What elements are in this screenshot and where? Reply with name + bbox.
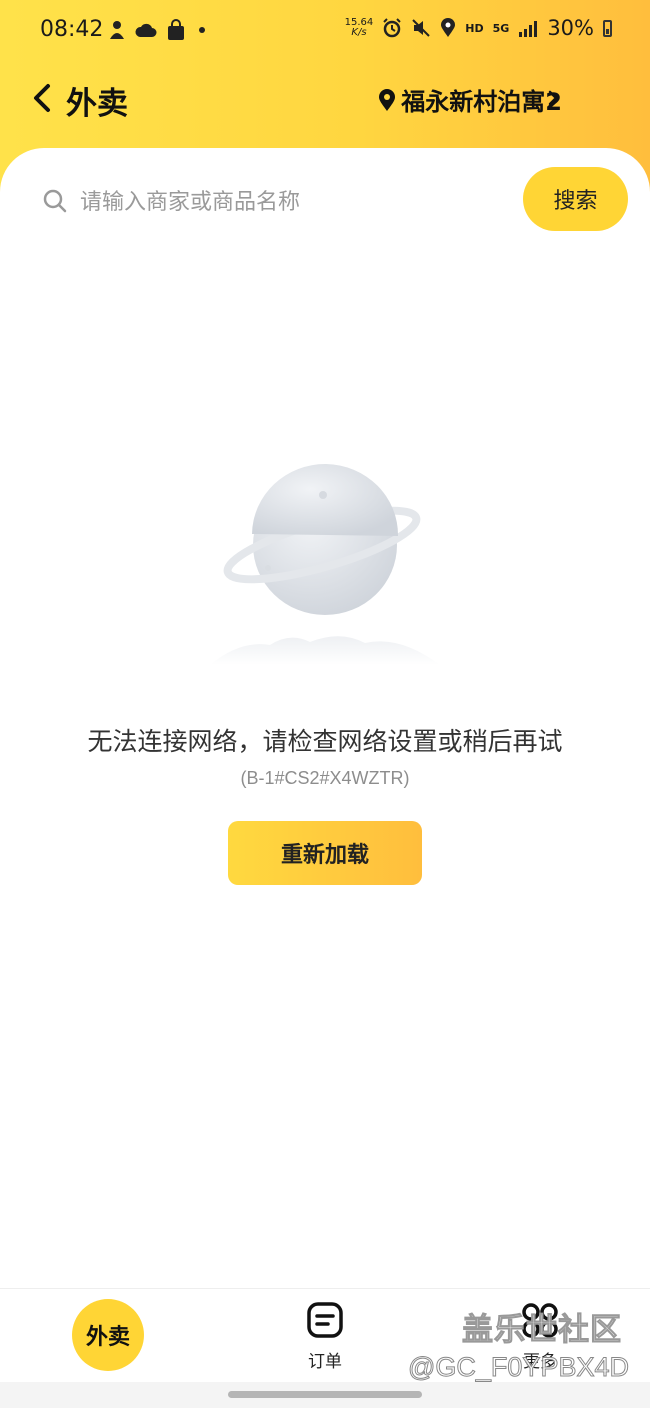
- top-nav: 外卖 福永新村泊寓2: [0, 70, 650, 130]
- watermark-site: 盖乐世社区: [462, 1312, 622, 1349]
- location-pin-icon: [379, 88, 396, 111]
- status-system-icons: 15.64 K/s HD 5G 30%: [345, 16, 612, 40]
- tab-orders[interactable]: 订单: [295, 1301, 355, 1377]
- battery-icon: [603, 19, 612, 37]
- location-selector[interactable]: 福永新村泊寓2: [377, 82, 562, 117]
- page-title: 外卖: [66, 86, 128, 122]
- battery-percentage: 30%: [547, 16, 594, 40]
- shopping-bag-icon: [168, 19, 184, 40]
- tab-takeout[interactable]: 外卖: [72, 1299, 144, 1371]
- planet-illustration: [210, 464, 440, 665]
- orders-icon: [307, 1302, 343, 1338]
- cloud-icon: [135, 23, 157, 37]
- content-card: [0, 148, 650, 1288]
- mute-icon: [412, 19, 430, 37]
- network-speed: 15.64 K/s: [345, 18, 374, 38]
- tab-takeout-label: 外卖: [85, 1325, 130, 1350]
- search-input[interactable]: [78, 180, 502, 224]
- status-bar: 08:42 15.64 K/s HD 5G 30%: [0, 0, 650, 62]
- error-code: (B-1#CS2#X4WZTR): [240, 768, 410, 788]
- app-notification-icon: [110, 21, 124, 39]
- error-message: 无法连接网络，请检查网络设置或稍后再试: [87, 727, 563, 756]
- reload-button[interactable]: 重新加载: [228, 821, 422, 885]
- home-indicator[interactable]: [228, 1391, 422, 1398]
- search-button[interactable]: 搜索: [523, 167, 628, 231]
- system-gesture-area: [0, 1382, 650, 1408]
- alarm-icon: [383, 18, 401, 38]
- tab-orders-label: 订单: [308, 1352, 342, 1372]
- search-icon: [43, 189, 67, 213]
- hd-voice-indicator: HD: [465, 21, 484, 35]
- chevron-right-icon[interactable]: [546, 88, 560, 108]
- signal-strength-icon: [519, 21, 538, 37]
- watermark-user: @GC_F0YPBX4D: [408, 1352, 630, 1383]
- network-speed-unit: K/s: [351, 27, 367, 38]
- status-notification-icons: [108, 19, 209, 41]
- back-arrow-icon[interactable]: [28, 78, 62, 118]
- location-status-icon: [441, 18, 456, 37]
- status-time: 08:42: [40, 17, 104, 42]
- network-type-indicator: 5G: [492, 21, 510, 35]
- location-text: 福永新村泊寓2: [401, 88, 562, 116]
- more-notifications-dot-icon: [199, 27, 205, 33]
